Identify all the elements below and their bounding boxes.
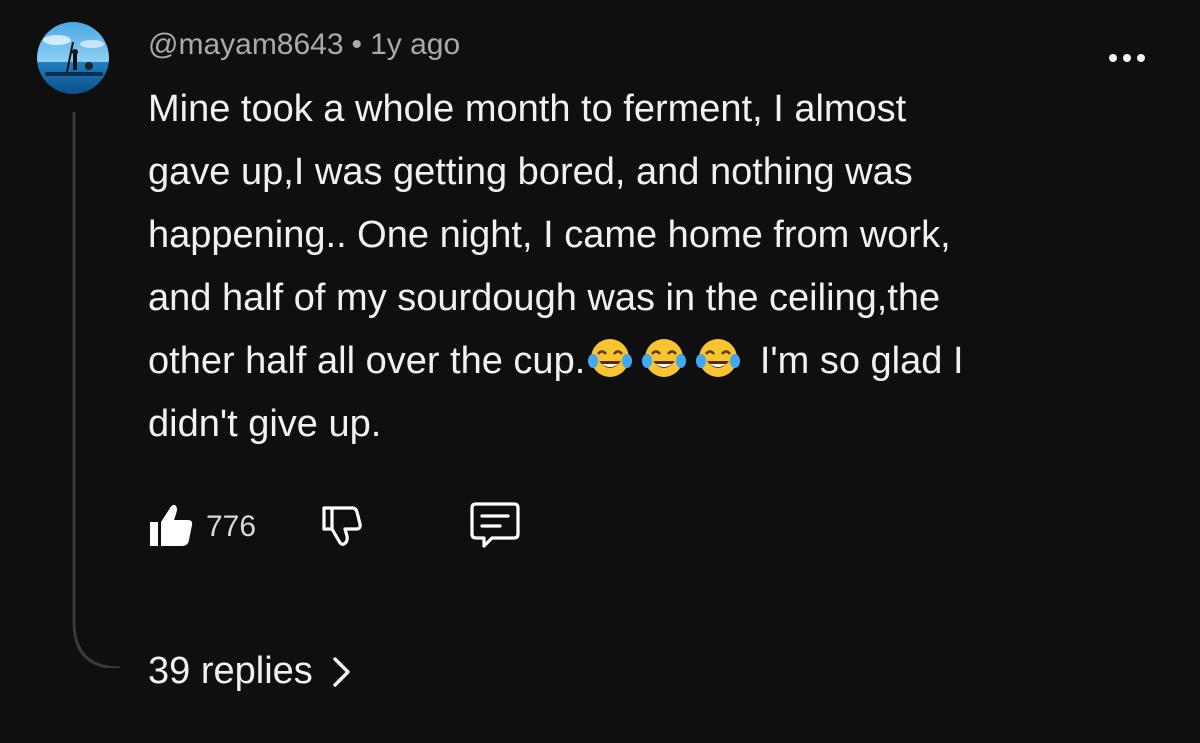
comment-line-part: I'm so glad I <box>749 340 964 382</box>
view-replies-button[interactable]: 39 replies <box>148 650 353 693</box>
thumbs-down-icon[interactable] <box>318 502 364 548</box>
avatar-image <box>37 22 109 94</box>
comment-timestamp: 1y ago <box>370 28 461 61</box>
more-options-button[interactable] <box>1104 46 1150 70</box>
comment-line: didn't give up. <box>148 403 382 445</box>
chevron-right-icon <box>333 656 350 687</box>
comment-line: and half of my sourdough was in the ceil… <box>148 277 941 319</box>
more-dot <box>1137 54 1145 62</box>
meta-separator: • <box>351 28 363 61</box>
comment-action-bar: 776 <box>146 496 546 552</box>
thumbs-up-icon[interactable] <box>146 500 196 550</box>
comment-line: Mine took a whole month to ferment, I al… <box>148 88 907 130</box>
comment-line-part: other half all over the cup. <box>148 340 586 382</box>
comment-line: gave up,I was getting bored, and nothing… <box>148 151 913 193</box>
comment-line-with-emoji: other half all over the cup. I'm so glad… <box>148 330 1108 393</box>
comment-line: happening.. One night, I came home from … <box>148 214 951 256</box>
comment-metadata: @mayam8643 • 1y ago <box>148 28 460 62</box>
tears-of-joy-emoji <box>696 339 741 377</box>
thread-connector <box>72 112 121 668</box>
author-handle[interactable]: @mayam8643 <box>148 28 344 61</box>
comment-bubble-icon[interactable] <box>468 500 522 550</box>
tears-of-joy-emoji <box>642 339 687 377</box>
more-dot <box>1109 54 1117 62</box>
more-dot <box>1123 54 1131 62</box>
comment-text: Mine took a whole month to ferment, I al… <box>148 78 1108 456</box>
tears-of-joy-emoji <box>588 339 633 377</box>
like-count: 776 <box>206 510 257 543</box>
avatar[interactable] <box>37 22 109 94</box>
replies-label: 39 replies <box>148 650 313 692</box>
